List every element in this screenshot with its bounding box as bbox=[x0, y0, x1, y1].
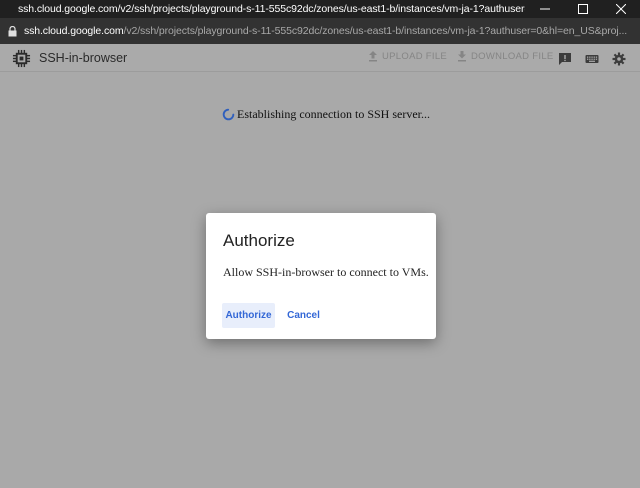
close-icon[interactable] bbox=[602, 0, 640, 18]
upload-icon bbox=[369, 51, 377, 62]
url-host: ssh.cloud.google.com bbox=[23, 25, 124, 37]
authorize-button[interactable]: Authorize bbox=[222, 303, 275, 328]
dialog-title: Authorize bbox=[223, 231, 295, 250]
upload-file-label: UPLOAD FILE bbox=[382, 51, 448, 62]
spinner-icon bbox=[222, 108, 235, 121]
keyboard-icon[interactable] bbox=[585, 52, 599, 66]
minimize-icon[interactable] bbox=[526, 0, 564, 18]
gear-icon[interactable] bbox=[612, 52, 626, 66]
status-text: Establishing connection to SSH server... bbox=[237, 107, 430, 121]
app-toolbar: SSH-in-browser UPLOAD FILE DOWNLOAD FILE bbox=[0, 44, 640, 72]
authorize-dialog: Authorize Allow SSH-in-browser to connec… bbox=[206, 213, 436, 339]
chip-icon bbox=[12, 49, 31, 68]
url-path: /v2/ssh/projects/playground-s-11-555c92d… bbox=[123, 25, 628, 37]
window-title-bar: ssh.cloud.google.com/v2/ssh/projects/pla… bbox=[0, 0, 640, 18]
app-title: SSH-in-browser bbox=[39, 51, 128, 65]
download-file-label: DOWNLOAD FILE bbox=[471, 51, 554, 62]
cancel-button[interactable]: Cancel bbox=[282, 303, 325, 328]
feedback-icon[interactable] bbox=[558, 52, 572, 66]
address-bar[interactable]: ssh.cloud.google.com/v2/ssh/projects/pla… bbox=[0, 18, 640, 44]
maximize-icon[interactable] bbox=[564, 0, 602, 18]
download-icon bbox=[458, 51, 466, 62]
window-title: ssh.cloud.google.com/v2/ssh/projects/pla… bbox=[18, 3, 525, 15]
download-file-button[interactable]: DOWNLOAD FILE bbox=[457, 51, 554, 62]
upload-file-button[interactable]: UPLOAD FILE bbox=[368, 51, 447, 62]
lock-icon bbox=[8, 25, 18, 37]
dialog-message: Allow SSH-in-browser to connect to VMs. bbox=[223, 265, 429, 279]
url-text[interactable]: ssh.cloud.google.com/v2/ssh/projects/pla… bbox=[24, 25, 640, 37]
window-controls bbox=[526, 0, 640, 18]
connection-status: Establishing connection to SSH server... bbox=[222, 107, 430, 122]
